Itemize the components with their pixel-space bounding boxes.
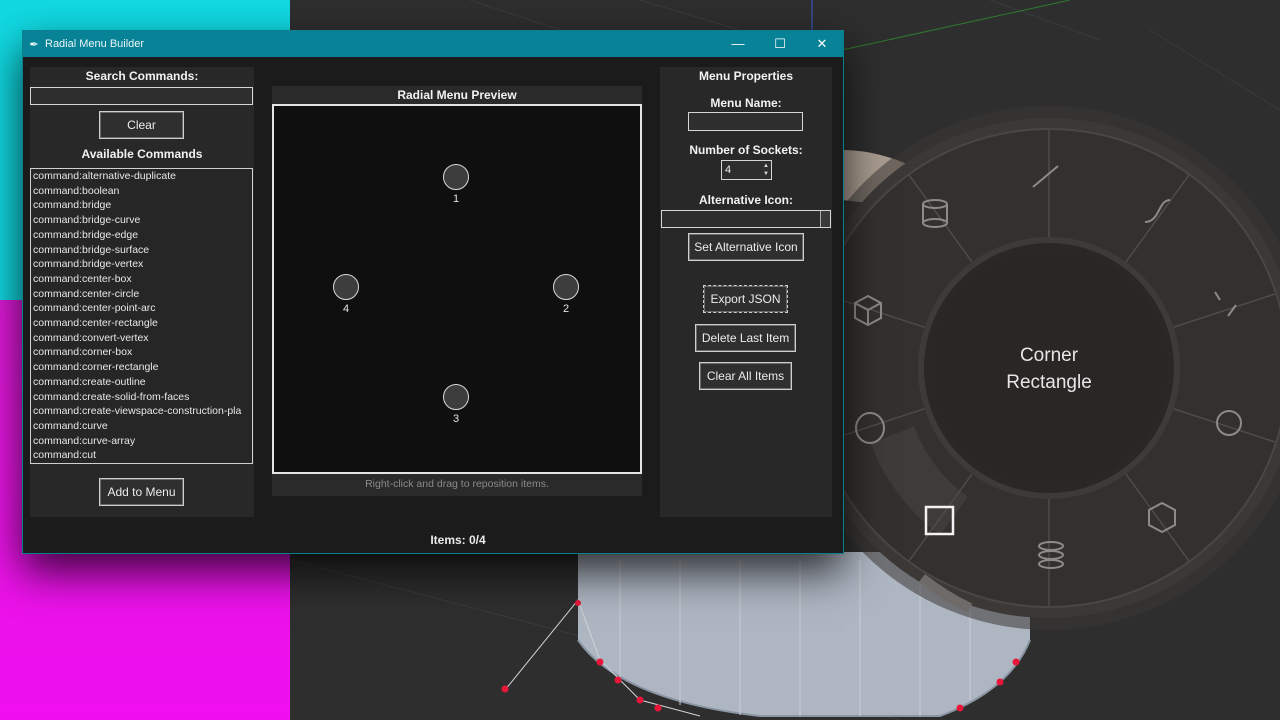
sockets-spinbox[interactable]: 4 ▲ ▼ bbox=[721, 160, 772, 180]
socket-2-label: 2 bbox=[562, 303, 570, 315]
socket-4-label: 4 bbox=[342, 303, 350, 315]
commands-listbox[interactable]: command:alternative-duplicate command:boo… bbox=[30, 168, 253, 464]
list-item[interactable]: command:curve bbox=[31, 419, 252, 434]
window-title: Radial Menu Builder bbox=[45, 38, 145, 50]
delete-last-item-button[interactable]: Delete Last Item bbox=[695, 324, 796, 352]
list-item[interactable]: command:curve-array bbox=[31, 434, 252, 449]
socket-2[interactable] bbox=[553, 274, 579, 300]
list-item[interactable]: command:center-circle bbox=[31, 287, 252, 302]
preview-label: Radial Menu Preview bbox=[397, 88, 517, 102]
number-of-sockets-label: Number of Sockets: bbox=[689, 143, 803, 157]
list-item[interactable]: command:bridge-surface bbox=[31, 243, 252, 258]
close-button[interactable]: ✕ bbox=[801, 31, 843, 57]
radial-center-line2: Rectangle bbox=[1006, 372, 1092, 393]
list-item[interactable]: command:bridge-curve bbox=[31, 213, 252, 228]
feather-icon: ✒ bbox=[29, 38, 39, 51]
export-json-button[interactable]: Export JSON bbox=[703, 285, 788, 313]
sockets-value: 4 bbox=[725, 164, 732, 176]
add-to-menu-button[interactable]: Add to Menu bbox=[99, 478, 184, 506]
radial-center-label: Corner Rectangle bbox=[968, 342, 1130, 396]
properties-panel: Menu Properties Menu Name: Number of Soc… bbox=[660, 67, 832, 517]
list-item[interactable]: command:center-box bbox=[31, 272, 252, 287]
combobox-arrow-icon[interactable] bbox=[820, 211, 830, 227]
list-item[interactable]: command:bridge bbox=[31, 198, 252, 213]
items-count-status: Items: 0/4 bbox=[430, 533, 486, 547]
socket-4[interactable] bbox=[333, 274, 359, 300]
list-item[interactable]: command:center-point-arc bbox=[31, 301, 252, 316]
spin-arrows[interactable]: ▲ ▼ bbox=[761, 162, 771, 178]
alternative-icon-value bbox=[662, 211, 820, 227]
preview-panel: Radial Menu Preview 1 2 3 4 Right-click … bbox=[272, 86, 642, 496]
list-item[interactable]: command:create-outline bbox=[31, 375, 252, 390]
list-item[interactable]: command:cut bbox=[31, 448, 252, 463]
list-item[interactable]: command:create-viewspace-construction-pl… bbox=[31, 404, 252, 419]
list-item[interactable]: command:corner-rectangle bbox=[31, 360, 252, 375]
socket-1[interactable] bbox=[443, 164, 469, 190]
socket-1-label: 1 bbox=[452, 193, 460, 205]
list-item[interactable]: command:alternative-duplicate bbox=[31, 169, 252, 184]
available-commands-label: Available Commands bbox=[81, 147, 203, 161]
reposition-hint: Right-click and drag to reposition items… bbox=[365, 478, 549, 490]
list-item[interactable]: command:create-solid-from-faces bbox=[31, 390, 252, 405]
list-item[interactable]: command:bridge-edge bbox=[31, 228, 252, 243]
socket-3[interactable] bbox=[443, 384, 469, 410]
radial-center-line1: Corner bbox=[1019, 345, 1079, 366]
list-item[interactable]: command:center-rectangle bbox=[31, 316, 252, 331]
clear-all-items-button[interactable]: Clear All Items bbox=[699, 362, 792, 390]
list-item[interactable]: command:bridge-vertex bbox=[31, 257, 252, 272]
commands-panel: Search Commands: Clear Available Command… bbox=[30, 67, 254, 517]
search-commands-label: Search Commands: bbox=[85, 69, 199, 83]
set-alternative-icon-button[interactable]: Set Alternative Icon bbox=[688, 233, 804, 261]
menu-properties-label: Menu Properties bbox=[698, 69, 794, 83]
alternative-icon-combobox[interactable] bbox=[661, 210, 831, 228]
preview-canvas[interactable]: 1 2 3 4 bbox=[272, 104, 642, 474]
list-item[interactable]: command:boolean bbox=[31, 184, 252, 199]
title-bar[interactable]: ✒ Radial Menu Builder — ☐ ✕ bbox=[23, 31, 843, 57]
maximize-button[interactable]: ☐ bbox=[759, 31, 801, 57]
menu-name-input[interactable] bbox=[688, 112, 803, 131]
alternative-icon-label: Alternative Icon: bbox=[698, 193, 794, 207]
list-item[interactable]: command:convert-vertex bbox=[31, 331, 252, 346]
socket-3-label: 3 bbox=[452, 413, 460, 425]
minimize-button[interactable]: — bbox=[717, 31, 759, 57]
search-input[interactable] bbox=[30, 87, 253, 105]
menu-name-label: Menu Name: bbox=[710, 96, 782, 110]
clear-button[interactable]: Clear bbox=[99, 111, 184, 139]
list-item[interactable]: command:corner-box bbox=[31, 345, 252, 360]
spin-up-icon[interactable]: ▲ bbox=[761, 162, 771, 170]
spin-down-icon[interactable]: ▼ bbox=[761, 170, 771, 178]
app-window: ✒ Radial Menu Builder — ☐ ✕ Search Comma… bbox=[22, 30, 844, 554]
